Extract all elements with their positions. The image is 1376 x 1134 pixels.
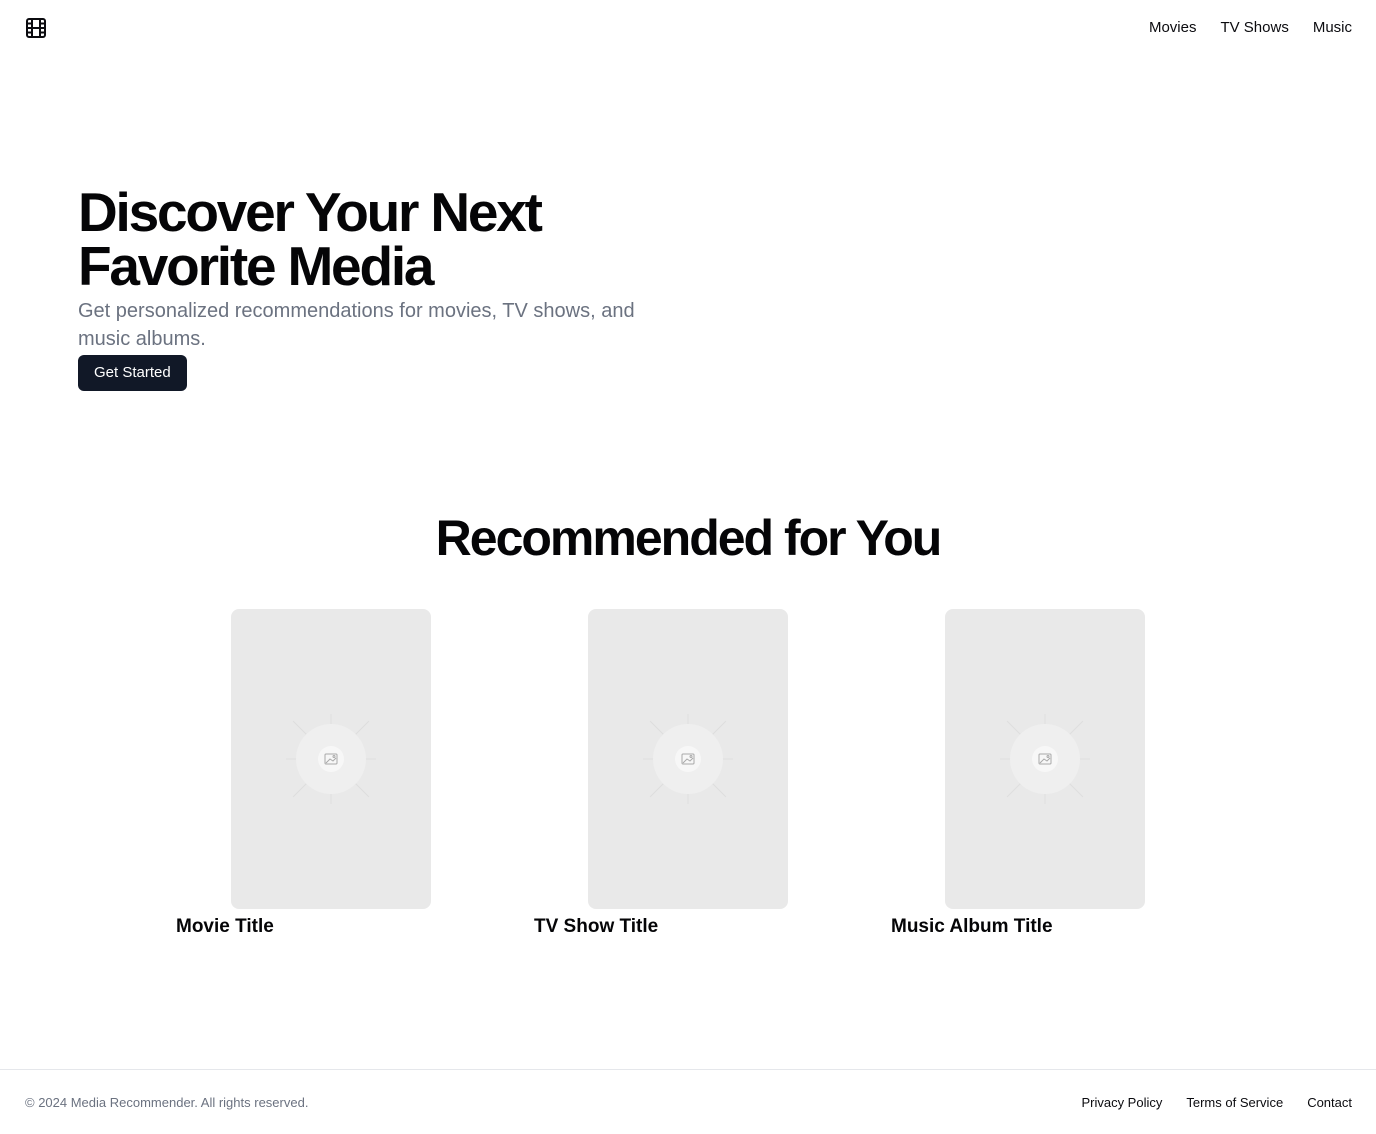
image-placeholder-icon [681, 753, 695, 765]
hero-title: Discover Your Next Favorite Media [78, 185, 678, 294]
hero-subtitle: Get personalized recommendations for mov… [78, 300, 635, 350]
nav-tv-shows[interactable]: TV Shows [1220, 18, 1288, 38]
card-title: Music Album Title [891, 916, 1053, 937]
main-nav: Movies TV Shows Music [1149, 18, 1352, 38]
footer-link-contact[interactable]: Contact [1307, 1094, 1352, 1112]
hero-section: Discover Your Next Favorite Media Get pe… [78, 185, 678, 391]
card-title: Movie Title [176, 916, 274, 937]
media-card-music-album[interactable]: Music Album Title [891, 609, 1251, 949]
card-image-placeholder [231, 609, 431, 909]
nav-music[interactable]: Music [1313, 18, 1352, 38]
card-image-placeholder [945, 609, 1145, 909]
hero-title-line-1: Discover Your Next [78, 181, 543, 243]
card-title: TV Show Title [534, 916, 659, 937]
image-placeholder-icon [324, 753, 338, 765]
footer-nav: Privacy Policy Terms of Service Contact [1081, 1094, 1352, 1112]
get-started-button[interactable]: Get Started [78, 355, 187, 391]
hero-title-line-2: Favorite Media [78, 235, 435, 297]
footer-link-privacy[interactable]: Privacy Policy [1081, 1094, 1162, 1112]
footer-link-terms[interactable]: Terms of Service [1186, 1094, 1283, 1112]
card-image-placeholder [588, 609, 788, 909]
recommended-heading: Recommended for You [435, 510, 943, 566]
site-footer: © 2024 Media Recommender. All rights res… [0, 1069, 1376, 1134]
site-header: Movies TV Shows Music [0, 0, 1376, 56]
copyright-text: © 2024 Media Recommender. All rights res… [25, 1095, 309, 1110]
media-card-movie[interactable]: Movie Title [176, 609, 536, 949]
media-card-tv-show[interactable]: TV Show Title [534, 609, 894, 949]
image-placeholder-icon [1038, 753, 1052, 765]
nav-movies[interactable]: Movies [1149, 18, 1197, 38]
film-icon[interactable] [25, 17, 47, 39]
